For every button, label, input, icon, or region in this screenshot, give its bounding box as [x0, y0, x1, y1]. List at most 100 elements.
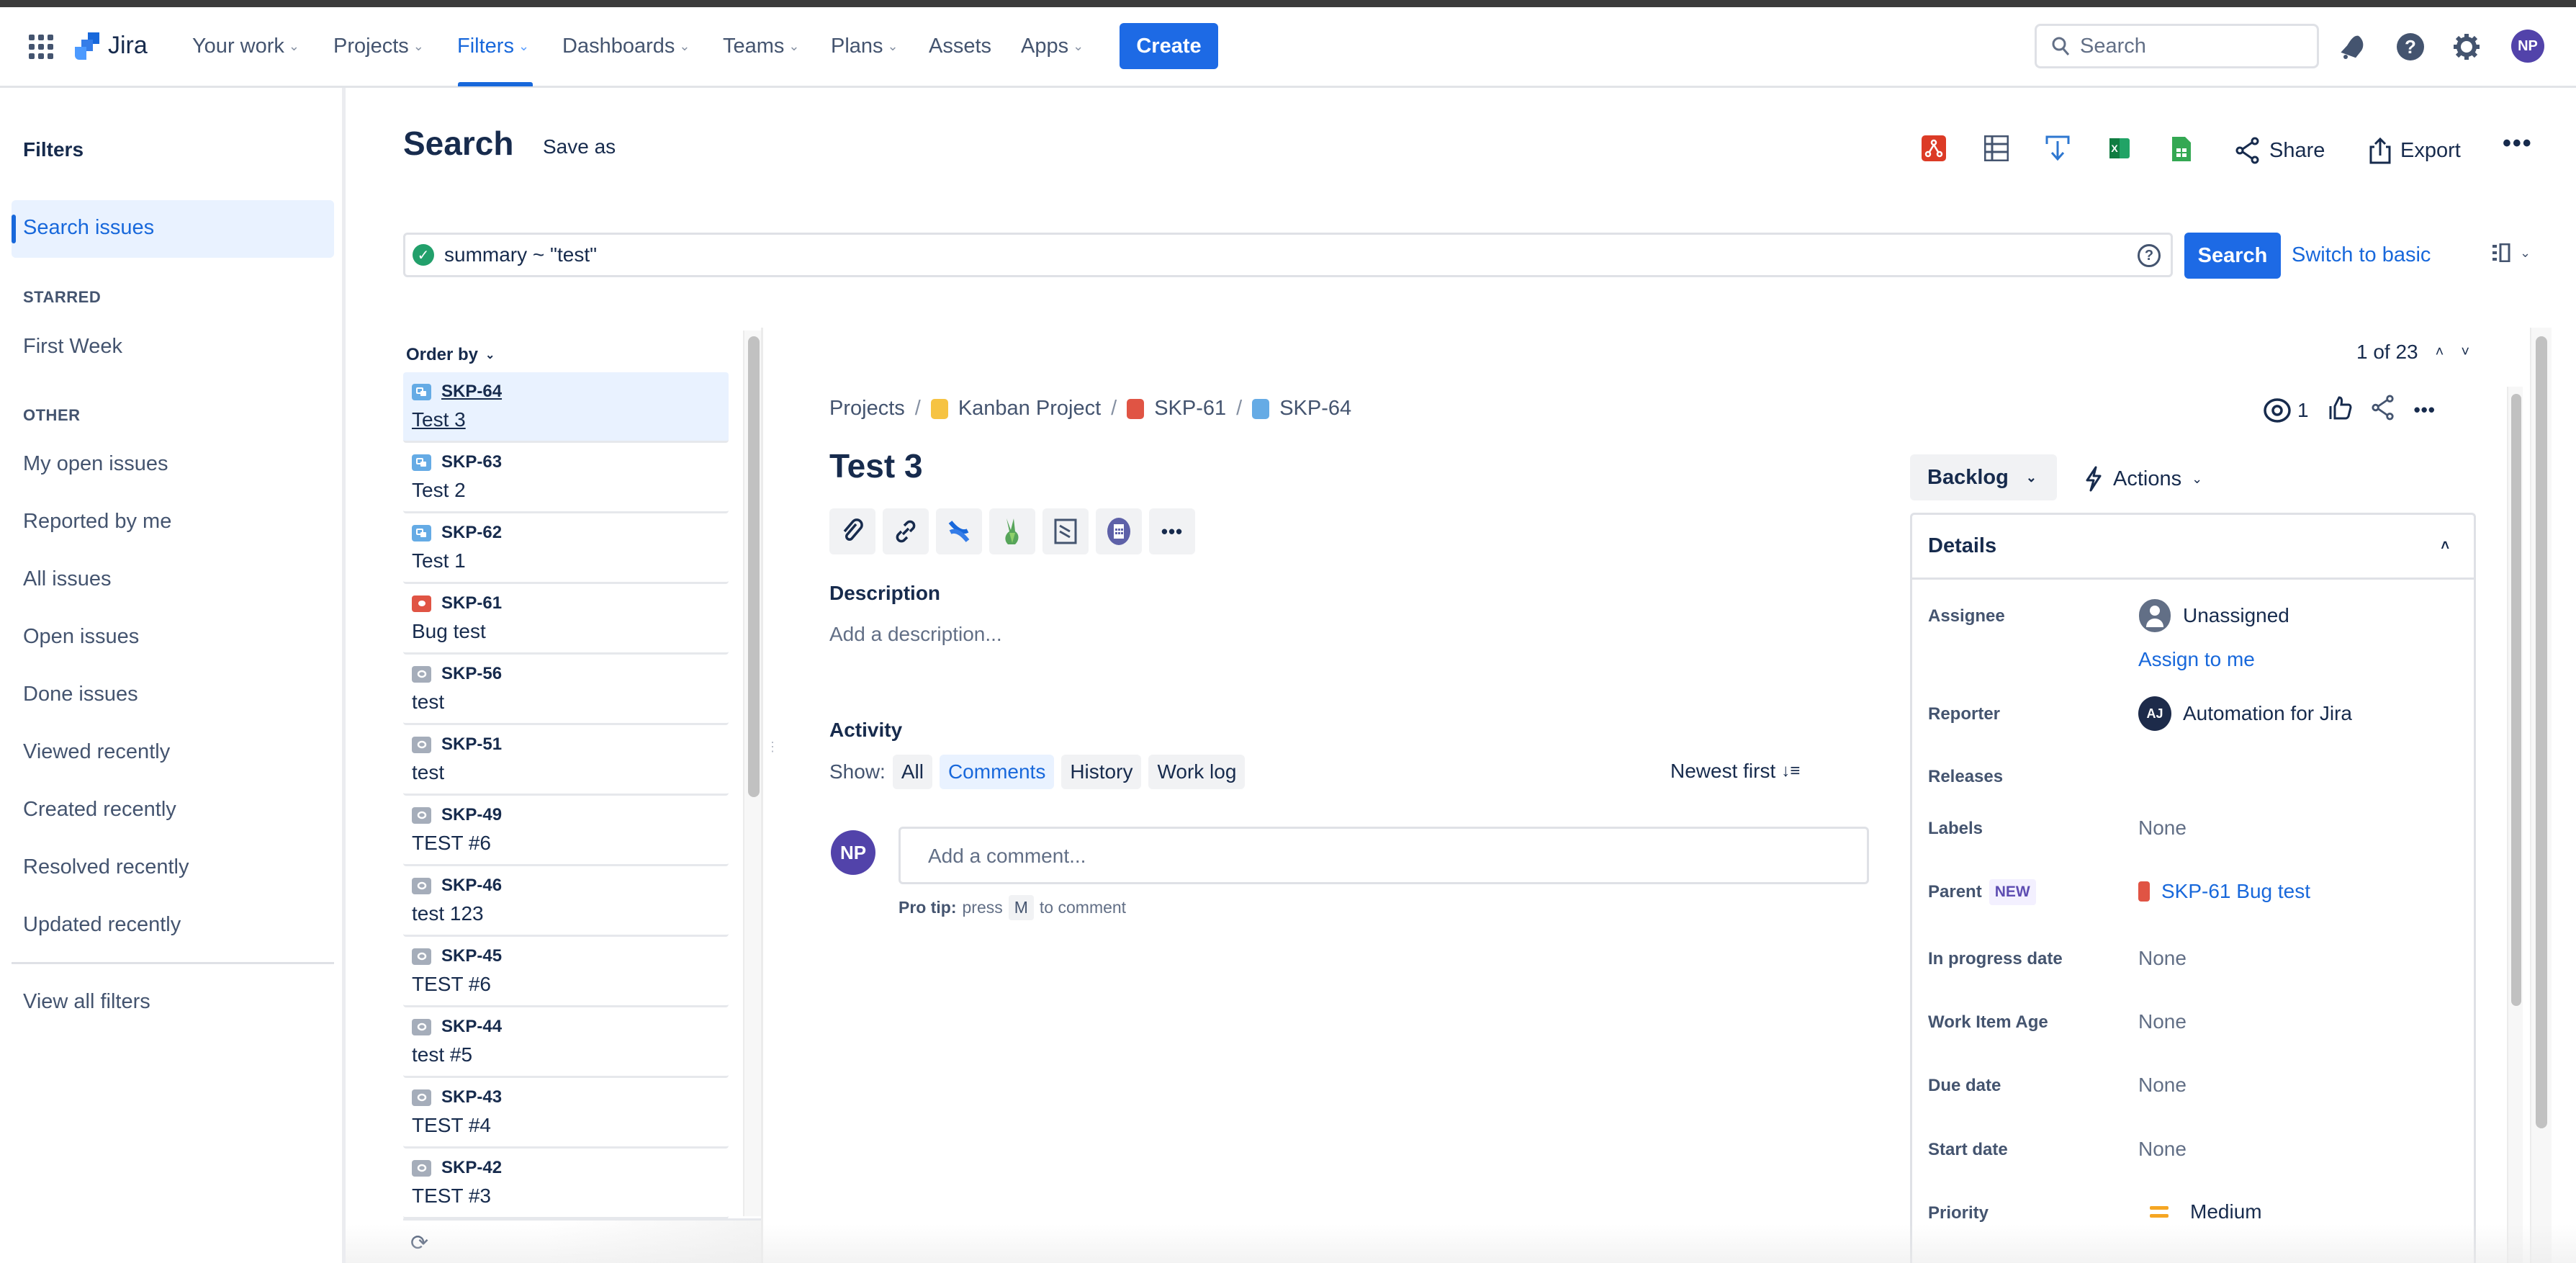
issue-list-item[interactable]: SKP-45 TEST #6 — [403, 937, 729, 1007]
issue-list-item[interactable]: SKP-56 test — [403, 655, 729, 725]
sidebar-item-first-week[interactable]: First Week — [23, 335, 122, 359]
notifications-icon[interactable] — [2337, 31, 2369, 63]
sidebar-item-created-recently[interactable]: Created recently — [23, 798, 176, 822]
list-view-icon[interactable] — [1983, 135, 2010, 163]
sidebar-item-updated-recently[interactable]: Updated recently — [23, 913, 181, 937]
breadcrumb-parent-issue[interactable]: SKP-61 — [1154, 397, 1226, 421]
order-by-button[interactable]: Order by ⌄ — [406, 345, 495, 365]
sidebar-item-open-issues[interactable]: Open issues — [23, 625, 139, 649]
help-icon[interactable]: ? — [2395, 31, 2426, 63]
comment-input[interactable]: Add a comment... — [899, 827, 1869, 884]
breadcrumb-current-issue[interactable]: SKP-64 — [1279, 397, 1351, 421]
reporter-value[interactable]: AJ Automation for Jira — [2138, 696, 2352, 731]
scrollbar-thumb[interactable] — [748, 336, 760, 797]
watch-button[interactable]: 1 — [2263, 397, 2309, 423]
checklist-app-icon[interactable] — [1042, 508, 1089, 554]
issue-list-item[interactable]: SKP-61 Bug test — [403, 584, 729, 655]
excel-export-icon[interactable]: X — [2108, 135, 2134, 163]
export-button[interactable]: Export — [2369, 137, 2461, 164]
status-dropdown[interactable]: Backlog ⌄ — [1910, 454, 2057, 500]
issue-list-item[interactable]: SKP-46 test 123 — [403, 866, 729, 937]
issue-list-item[interactable]: SKP-44 test #5 — [403, 1007, 729, 1078]
google-sheets-icon[interactable] — [2171, 135, 2197, 163]
switch-to-basic-link[interactable]: Switch to basic — [2292, 243, 2431, 267]
issue-list-item[interactable]: SKP-49 TEST #6 — [403, 796, 729, 866]
refresh-icon[interactable]: ⟳ — [410, 1231, 428, 1256]
work-item-age-value[interactable]: None — [2138, 1010, 2187, 1033]
nav-assets[interactable]: Assets — [929, 35, 991, 58]
pdf-export-icon[interactable] — [1922, 135, 1947, 163]
labels-value[interactable]: None — [2138, 817, 2187, 840]
app-rabbit-icon[interactable] — [989, 508, 1035, 554]
issue-list-item[interactable]: SKP-64 Test 3 — [403, 372, 729, 443]
nav-projects[interactable]: Projects ⌄ — [333, 35, 424, 58]
create-button[interactable]: Create — [1120, 23, 1218, 69]
sort-order-button[interactable]: Newest first ↓≡ — [1670, 760, 1800, 783]
detail-scrollbar[interactable] — [2507, 387, 2523, 1263]
scrollbar-thumb[interactable] — [2511, 394, 2521, 1006]
issue-list-item[interactable]: SKP-62 Test 1 — [403, 513, 729, 584]
sidebar-item-search-issues[interactable]: Search issues — [12, 200, 334, 258]
issue-list-item[interactable]: SKP-42 TEST #3 — [403, 1149, 729, 1219]
jql-query-input[interactable]: ✓ summary ~ "test" ? — [403, 233, 2173, 277]
breadcrumb-project[interactable]: Kanban Project — [958, 397, 1101, 421]
attach-icon[interactable] — [829, 508, 875, 554]
issue-title[interactable]: Test 3 — [829, 446, 923, 485]
view-all-filters-link[interactable]: View all filters — [23, 990, 150, 1014]
assignee-value[interactable]: Unassigned — [2138, 598, 2289, 633]
sidebar-item-viewed-recently[interactable]: Viewed recently — [23, 740, 170, 764]
issue-list-item[interactable]: SKP-51 test — [403, 725, 729, 796]
due-date-value[interactable]: None — [2138, 1074, 2187, 1097]
like-icon[interactable] — [2328, 395, 2352, 426]
priority-value[interactable]: Medium — [2150, 1200, 2262, 1223]
settings-gear-icon[interactable] — [2451, 31, 2482, 63]
activity-filter-work-log[interactable]: Work log — [1148, 755, 1246, 789]
jira-logo[interactable]: Jira — [75, 32, 148, 60]
app-switcher-icon[interactable] — [29, 35, 53, 63]
nav-apps[interactable]: Apps ⌄ — [1021, 35, 1084, 58]
nav-dashboards[interactable]: Dashboards ⌄ — [562, 35, 690, 58]
page-scrollbar[interactable] — [2530, 328, 2552, 1263]
sidebar-item-resolved-recently[interactable]: Resolved recently — [23, 855, 189, 879]
confluence-icon[interactable] — [936, 508, 982, 554]
jql-help-icon[interactable]: ? — [2138, 244, 2161, 267]
sidebar-item-my-open-issues[interactable]: My open issues — [23, 452, 168, 476]
actions-dropdown[interactable]: Actions ⌄ — [2084, 466, 2202, 492]
activity-filter-comments[interactable]: Comments — [939, 755, 1055, 789]
calculator-app-icon[interactable] — [1096, 508, 1142, 554]
more-options-icon[interactable]: ••• — [2503, 130, 2533, 158]
nav-your-work[interactable]: Your work ⌄ — [192, 35, 300, 58]
sidebar-item-reported-by-me[interactable]: Reported by me — [23, 510, 171, 534]
breadcrumb-projects[interactable]: Projects — [829, 397, 905, 421]
details-header[interactable]: Details ˄ — [1912, 515, 2474, 580]
scrollbar-thumb[interactable] — [2536, 336, 2547, 1128]
start-date-value[interactable]: None — [2138, 1138, 2187, 1161]
issue-list-item[interactable]: SKP-43 TEST #4 — [403, 1078, 729, 1149]
more-actions-icon[interactable]: ••• — [1149, 508, 1195, 554]
nav-plans[interactable]: Plans ⌄ — [831, 35, 899, 58]
in-progress-date-value[interactable]: None — [2138, 947, 2187, 970]
activity-filter-history[interactable]: History — [1061, 755, 1142, 789]
global-search-input[interactable]: Search — [2035, 24, 2319, 68]
collapse-chevron-icon[interactable]: ˄ — [2441, 538, 2449, 554]
download-icon[interactable] — [2045, 135, 2071, 163]
sidebar-item-all-issues[interactable]: All issues — [23, 567, 112, 591]
layout-switcher[interactable]: ⌄ — [2492, 243, 2531, 262]
user-avatar[interactable]: NP — [2511, 30, 2544, 63]
assign-to-me-link[interactable]: Assign to me — [2138, 648, 2255, 671]
share-issue-icon[interactable] — [2371, 394, 2395, 426]
next-issue-icon[interactable]: ˅ — [2461, 344, 2469, 361]
issue-list-item[interactable]: SKP-63 Test 2 — [403, 443, 729, 513]
activity-filter-all[interactable]: All — [892, 755, 932, 789]
share-button[interactable]: Share — [2235, 137, 2325, 164]
issue-list-scrollbar[interactable] — [743, 331, 762, 1216]
parent-value[interactable]: SKP-61 Bug test — [2138, 880, 2310, 903]
previous-issue-icon[interactable]: ˄ — [2436, 344, 2444, 361]
save-as-button[interactable]: Save as — [543, 135, 616, 158]
link-issue-icon[interactable] — [883, 508, 929, 554]
sidebar-item-done-issues[interactable]: Done issues — [23, 683, 138, 706]
description-field[interactable]: Add a description... — [829, 623, 1002, 646]
nav-filters[interactable]: Filters ⌄ — [457, 35, 529, 58]
issue-more-icon[interactable]: ••• — [2414, 399, 2436, 421]
nav-teams[interactable]: Teams ⌄ — [723, 35, 800, 58]
